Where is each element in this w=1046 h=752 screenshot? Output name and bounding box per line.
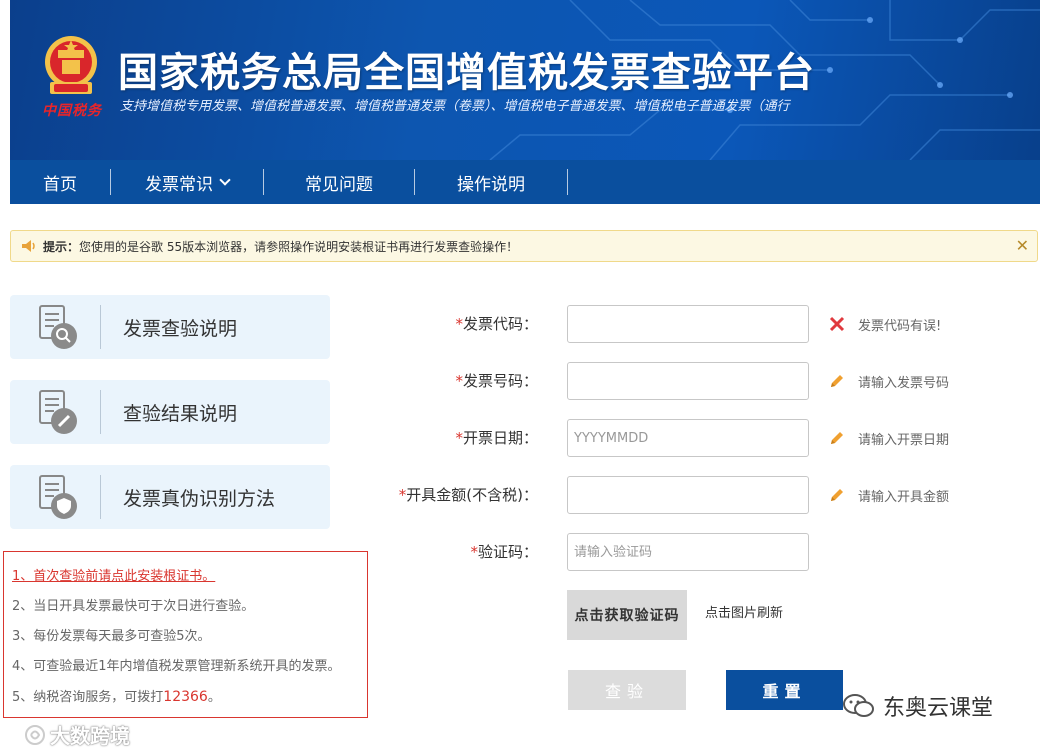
error-x-icon (829, 316, 845, 332)
required-star: * (455, 315, 463, 333)
status-text: 请输入开具金额 (858, 489, 950, 505)
nav-item-label: 常见问题 (305, 174, 373, 195)
main-nav: 首页 发票常识 常见问题 操作说明 (10, 160, 1040, 204)
notice-label: 提示： (43, 239, 80, 254)
invoice-number-status: 请输入发票号码 (828, 362, 949, 400)
required-star: * (470, 543, 478, 561)
tip-item: 5、纳税咨询服务，可拨打12366。 (12, 682, 367, 712)
card-result-guide[interactable]: 查验结果说明 (10, 380, 330, 444)
tip-item: 2、当日开具发票最快可于次日进行查验。 (12, 599, 255, 614)
form-row-invoice-number: *发票号码： 请输入发票号码 (380, 362, 980, 400)
invoice-code-label: *发票代码： (455, 305, 538, 343)
card-authenticity-methods[interactable]: 发票真伪识别方法 (10, 465, 330, 529)
card-divider (100, 305, 101, 349)
card-invoice-check-guide[interactable]: 发票查验说明 (10, 295, 330, 359)
tax-emblem-icon (45, 36, 97, 94)
form-row-amount: *开具金额(不含税)： 请输入开具金额 (380, 476, 980, 514)
tip-item: 4、可查验最近1年内增值税发票管理新系统开具的发票。 (12, 659, 341, 674)
label-text: 发票号码： (462, 372, 538, 390)
invoice-code-status: 发票代码有误! (828, 305, 941, 343)
form-row-captcha: *验证码： (380, 533, 980, 571)
issue-date-input[interactable] (567, 419, 809, 457)
captcha-image[interactable]: 点击获取验证码 (567, 590, 687, 640)
tip-link-text: 1、首次查验前请点此安装根证书。 (12, 569, 216, 584)
corner-watermark: 大数跨境 (24, 720, 130, 749)
form-row-invoice-code: *发票代码： 发票代码有误! (380, 305, 980, 343)
form-row-issue-date: *开票日期： 请输入开票日期 (380, 419, 980, 457)
tips-box: 1、首次查验前请点此安装根证书。 2、当日开具发票最快可于次日进行查验。 3、每… (3, 551, 368, 718)
card-divider (100, 475, 101, 519)
document-shield-icon (39, 475, 77, 519)
nav-item-home[interactable]: 首页 (10, 160, 110, 204)
notice-text: 您使用的是谷歌 55版本浏览器，请参照操作说明安装根证书再进行发票查验操作！ (79, 239, 519, 254)
nav-item-invoice-knowledge[interactable]: 发票常识 (111, 160, 263, 204)
label-text: 开票日期： (462, 429, 538, 447)
tip-text: 5、纳税咨询服务，可拨打 (12, 690, 164, 705)
nav-item-faq[interactable]: 常见问题 (264, 160, 414, 204)
pencil-icon (831, 375, 843, 387)
wechat-icon (843, 694, 874, 717)
card-divider (100, 390, 101, 434)
captcha-input[interactable] (567, 533, 809, 571)
amount-status: 请输入开具金额 (828, 476, 949, 514)
tip-text: 。 (207, 690, 221, 705)
card-label: 发票查验说明 (123, 317, 238, 340)
reset-button[interactable]: 重置 (726, 670, 843, 710)
document-edit-icon (39, 390, 77, 434)
document-search-icon (39, 305, 77, 349)
amount-label: *开具金额(不含税)： (399, 476, 538, 514)
invoice-code-input[interactable] (567, 305, 809, 343)
label-text: 验证码： (477, 543, 538, 561)
brand-logo-icon (25, 724, 45, 745)
captcha-label: *验证码： (470, 533, 538, 571)
speaker-icon (22, 240, 35, 252)
tip-phone: 12366 (163, 689, 208, 705)
wechat-watermark: 东奥云课堂 (843, 690, 993, 722)
page-root: 中国税务 国家税务总局全国增值税发票查验平台 支持增值税专用发票、增值税普通发票… (0, 0, 1046, 752)
site-subtitle: 支持增值税专用发票、增值税普通发票、增值税普通发票（卷票）、增值税电子普通发票、… (120, 99, 790, 114)
label-text: 发票代码： (462, 315, 538, 333)
site-header: 中国税务 国家税务总局全国增值税发票查验平台 支持增值税专用发票、增值税普通发票… (10, 0, 1040, 204)
nav-item-label: 首页 (43, 174, 77, 195)
watermark-text: 大数跨境 (50, 724, 130, 748)
tip-install-certificate[interactable]: 1、首次查验前请点此安装根证书。 (12, 562, 367, 592)
required-star: * (455, 372, 463, 390)
issue-date-label: *开票日期： (455, 419, 538, 457)
nav-item-label: 操作说明 (457, 174, 525, 195)
status-text: 请输入开票日期 (858, 432, 950, 448)
pencil-icon (831, 432, 843, 444)
amount-input[interactable] (567, 476, 809, 514)
emblem-caption: 中国税务 (42, 103, 102, 119)
issue-date-status: 请输入开票日期 (828, 419, 949, 457)
card-label: 查验结果说明 (123, 402, 238, 425)
nav-divider (567, 169, 568, 195)
nav-item-instructions[interactable]: 操作说明 (415, 160, 567, 204)
close-icon[interactable]: ✕ (1016, 237, 1029, 255)
site-title: 国家税务总局全国增值税发票查验平台 (118, 50, 815, 96)
query-button[interactable]: 查验 (568, 670, 686, 710)
chevron-down-icon (219, 174, 231, 186)
card-label: 发票真伪识别方法 (123, 487, 276, 510)
label-text: 开具金额(不含税)： (406, 486, 538, 504)
pencil-icon (831, 489, 843, 501)
nav-item-label: 发票常识 (145, 174, 213, 195)
invoice-number-input[interactable] (567, 362, 809, 400)
tip-item: 3、每份发票每天最多可查验5次。 (12, 629, 211, 644)
browser-notice: 提示： 您使用的是谷歌 55版本浏览器，请参照操作说明安装根证书再进行发票查验操… (10, 230, 1038, 262)
required-star: * (455, 429, 463, 447)
invoice-number-label: *发票号码： (455, 362, 538, 400)
captcha-refresh-link[interactable]: 点击图片刷新 (705, 602, 783, 621)
watermark-text: 东奥云课堂 (883, 696, 994, 721)
status-text: 发票代码有误! (858, 318, 942, 334)
status-text: 请输入发票号码 (858, 375, 950, 391)
